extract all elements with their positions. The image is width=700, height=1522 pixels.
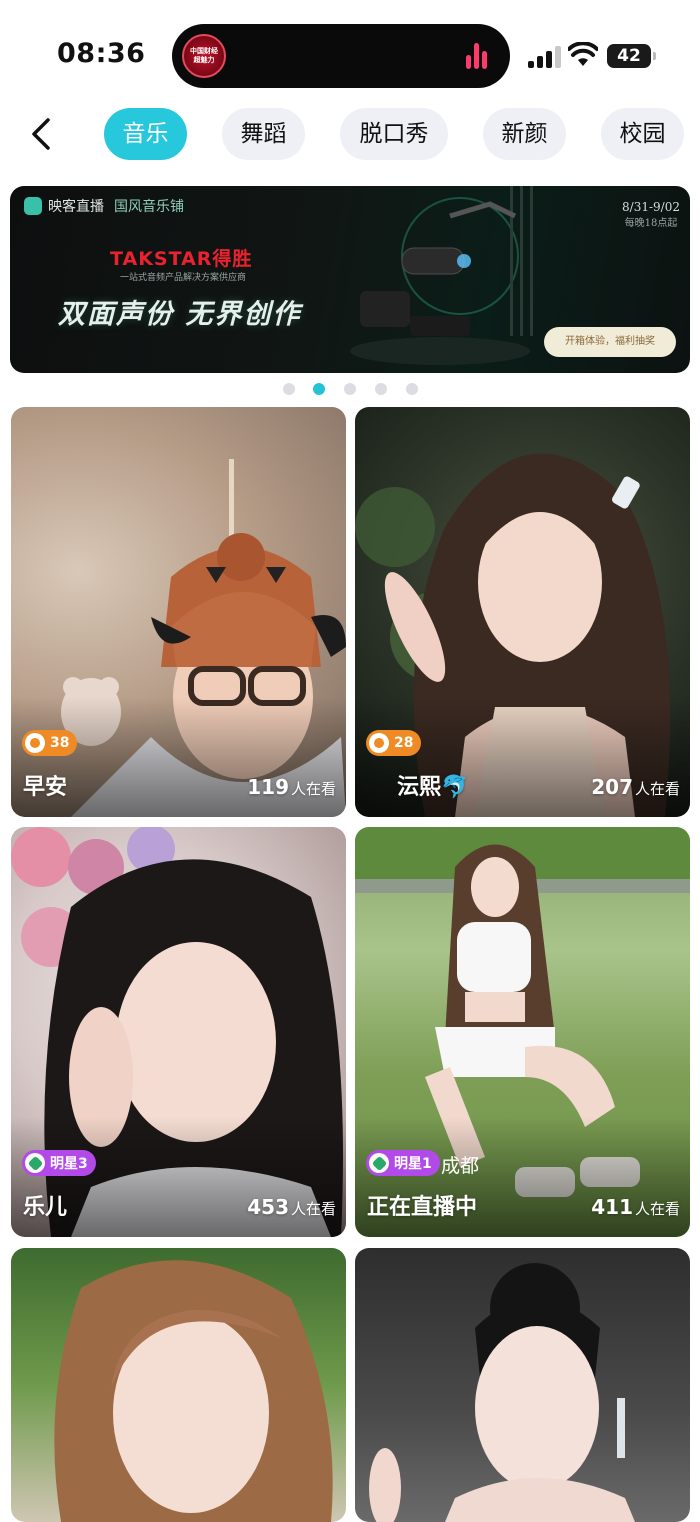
carousel-dot-active[interactable] bbox=[313, 383, 325, 395]
wifi-icon bbox=[568, 42, 598, 66]
audio-bars-icon bbox=[466, 43, 492, 69]
level-icon bbox=[369, 733, 389, 753]
stream-thumbnail bbox=[54, 1260, 333, 1522]
banner-brand: TAKSTAR得胜 bbox=[110, 248, 253, 270]
logo-text-line1: 中国财经 bbox=[190, 47, 218, 55]
live-room-card[interactable]: 38 早安 119 人在看 bbox=[11, 407, 346, 817]
star-value: 明星1 bbox=[394, 1156, 432, 1172]
viewer-count: 207 人在看 bbox=[591, 775, 680, 799]
live-room-card[interactable] bbox=[11, 1248, 346, 1522]
level-value: 28 bbox=[394, 735, 414, 751]
carousel-dot[interactable] bbox=[283, 383, 295, 395]
streamer-name: 正在直播中 bbox=[367, 1195, 478, 1220]
banner-app-name: 映客直播 bbox=[48, 199, 104, 215]
status-time: 08:36 bbox=[57, 38, 146, 69]
viewer-label: 人在看 bbox=[290, 780, 336, 798]
viewer-label: 人在看 bbox=[290, 1200, 336, 1218]
live-room-card[interactable]: 28 沄熙🐬 207 人在看 bbox=[355, 407, 690, 817]
dynamic-island[interactable]: 中国财经 超魅力 bbox=[172, 24, 510, 88]
star-icon bbox=[25, 1153, 45, 1173]
cellular-signal-icon bbox=[528, 46, 562, 68]
status-bar: 08:36 中国财经 超魅力 42 bbox=[0, 0, 700, 100]
battery-indicator: 42 bbox=[607, 44, 656, 68]
city-label: 成都 bbox=[441, 1155, 480, 1177]
viewer-number: 119 bbox=[247, 775, 289, 799]
viewer-label: 人在看 bbox=[634, 1200, 680, 1218]
banner-date: 8/31-9/02 每晚18点起 bbox=[622, 200, 680, 229]
banner-date-range: 8/31-9/02 bbox=[622, 200, 680, 214]
viewer-count: 453 人在看 bbox=[247, 1195, 336, 1219]
app-logo-icon bbox=[24, 197, 42, 215]
carousel-dot[interactable] bbox=[406, 383, 418, 395]
level-badge: 38 bbox=[22, 730, 78, 756]
star-badge: 明星1 bbox=[366, 1150, 440, 1176]
banner-slogan: 双面声份 无界创作 bbox=[58, 299, 302, 330]
streamer-name: 早安 bbox=[23, 775, 68, 800]
live-room-card[interactable]: 明星3 乐儿 453 人在看 bbox=[11, 827, 346, 1237]
microphone-illustration bbox=[350, 186, 533, 365]
viewer-count: 119 人在看 bbox=[247, 775, 336, 799]
carousel-dot[interactable] bbox=[375, 383, 387, 395]
viewer-label: 人在看 bbox=[634, 780, 680, 798]
tab-music[interactable]: 音乐 bbox=[104, 108, 187, 160]
banner-promo-pill: 开箱体验，福利抽奖 bbox=[544, 327, 676, 357]
banner-time-note: 每晚18点起 bbox=[624, 218, 678, 229]
star-badge: 明星3 bbox=[22, 1150, 96, 1176]
level-value: 38 bbox=[50, 735, 70, 751]
banner-app-label: 映客直播 国风音乐铺 bbox=[24, 196, 184, 216]
viewer-number: 411 bbox=[591, 1195, 633, 1219]
level-badge: 28 bbox=[366, 730, 422, 756]
streamer-name: 乐儿 bbox=[23, 1195, 68, 1220]
stream-thumbnail bbox=[369, 1263, 635, 1522]
live-activity-logo: 中国财经 超魅力 bbox=[182, 34, 226, 78]
level-icon bbox=[25, 733, 45, 753]
star-icon bbox=[369, 1153, 389, 1173]
viewer-number: 207 bbox=[591, 775, 633, 799]
tab-campus[interactable]: 校园 bbox=[601, 108, 684, 160]
live-room-card[interactable]: 明星1 成都 正在直播中 411 人在看 bbox=[355, 827, 690, 1237]
carousel-indicator bbox=[0, 382, 700, 396]
tab-talk-show[interactable]: 脱口秀 bbox=[340, 108, 448, 160]
carousel-dot[interactable] bbox=[344, 383, 356, 395]
live-room-card[interactable] bbox=[355, 1248, 690, 1522]
banner-sub-brand: 国风音乐铺 bbox=[114, 199, 184, 215]
banner-brand-tagline: 一站式音频产品解决方案供应商 bbox=[120, 273, 247, 283]
tab-dance[interactable]: 舞蹈 bbox=[222, 108, 305, 160]
tab-new-faces[interactable]: 新颜 bbox=[483, 108, 566, 160]
streamer-name: 沄熙🐬 bbox=[397, 775, 469, 800]
logo-text-line2: 超魅力 bbox=[193, 56, 215, 64]
star-value: 明星3 bbox=[50, 1156, 88, 1172]
promo-banner[interactable]: 映客直播 国风音乐铺 TAKSTAR得胜 一站式音频产品解决方案供应商 双面声份… bbox=[10, 186, 690, 373]
viewer-count: 411 人在看 bbox=[591, 1195, 680, 1219]
back-arrow-icon[interactable] bbox=[22, 114, 62, 154]
viewer-number: 453 bbox=[247, 1195, 289, 1219]
